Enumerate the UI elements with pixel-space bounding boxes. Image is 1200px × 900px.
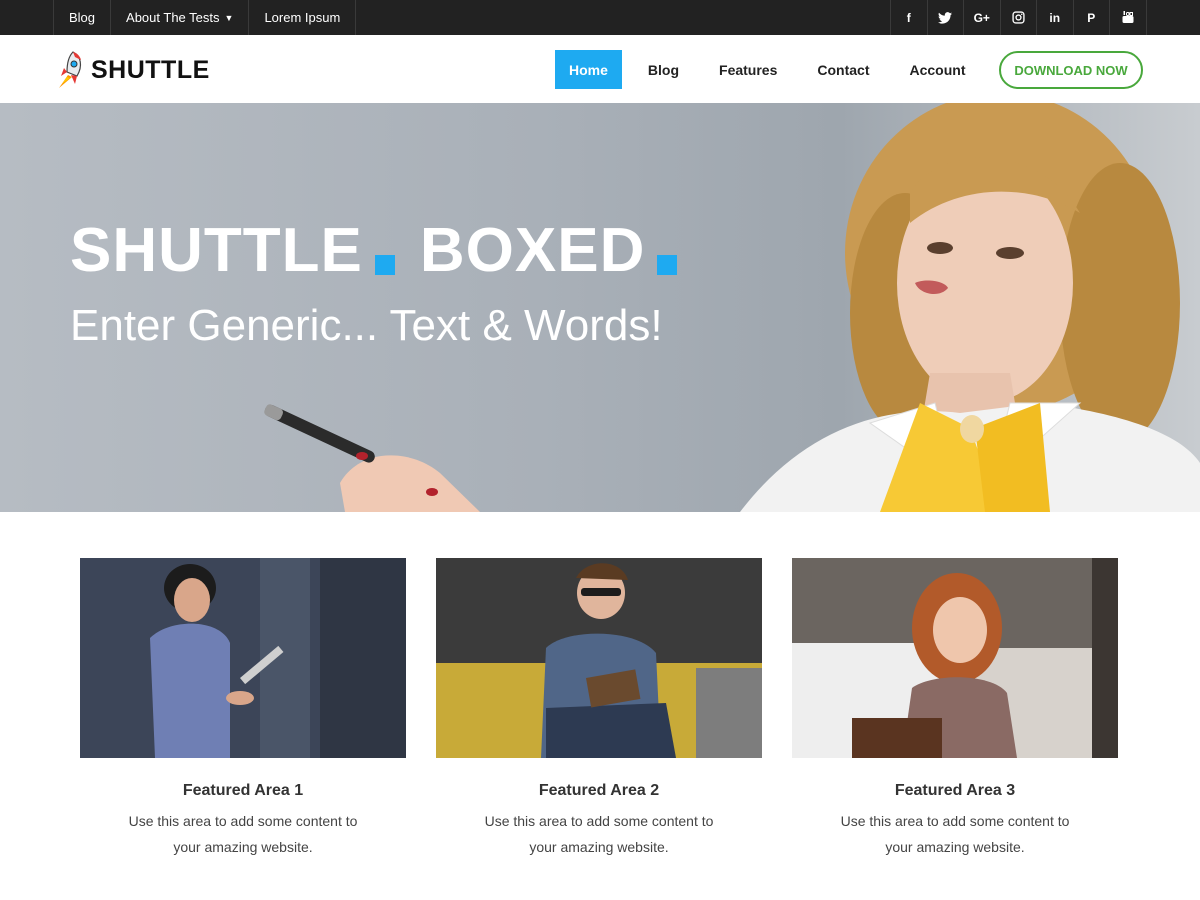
nav-blog[interactable]: Blog	[634, 50, 693, 89]
hero-title-part1: SHUTTLE	[70, 216, 363, 285]
top-nav-label: Lorem Ipsum	[264, 10, 341, 25]
hero-subtitle: Enter Generic... Text & Words!	[70, 301, 663, 350]
featured-area-title: Featured Area 2	[538, 782, 660, 799]
top-nav-about-the-tests[interactable]: About The Tests ▼	[111, 0, 250, 35]
top-nav: Blog About The Tests ▼ Lorem Ipsum	[53, 0, 357, 35]
rocket-icon	[59, 51, 82, 88]
accent-square	[374, 255, 395, 275]
social-links: f G+ in P	[890, 0, 1147, 35]
instagram-icon[interactable]	[1001, 0, 1037, 35]
nav-features[interactable]: Features	[705, 50, 791, 89]
google-plus-icon[interactable]: G+	[964, 0, 1001, 35]
logo-text: SHUTTLE	[91, 55, 210, 84]
hero-title-part2: BOXED	[419, 216, 646, 285]
top-nav-label: About The Tests	[126, 10, 220, 25]
top-bar: Blog About The Tests ▼ Lorem Ipsum f G+ i…	[0, 0, 1200, 35]
download-now-button[interactable]: DOWNLOAD NOW	[999, 51, 1143, 89]
paypal-icon[interactable]: P	[1074, 0, 1110, 35]
featured-area-text: Use this area to add some content to you…	[484, 813, 714, 855]
top-nav-lorem-ipsum[interactable]: Lorem Ipsum	[249, 0, 357, 35]
twitter-icon[interactable]	[928, 0, 964, 35]
featured-area-title: Featured Area 1	[182, 782, 304, 799]
nav-contact[interactable]: Contact	[803, 50, 883, 89]
featured-image-2[interactable]	[436, 558, 762, 758]
linkedin-icon[interactable]: in	[1037, 0, 1074, 35]
hero-title: SHUTTLE BOXED	[70, 215, 702, 286]
chevron-down-icon: ▼	[224, 12, 234, 23]
featured-area-title: Featured Area 3	[894, 782, 1016, 799]
featured-area-text: Use this area to add some content to you…	[128, 813, 358, 855]
hero-banner: SHUTTLE BOXED Enter Generic... Text & Wor…	[0, 103, 1200, 512]
featured-area-2: Featured Area 2 Use this area to add som…	[436, 558, 762, 860]
facebook-icon[interactable]: f	[891, 0, 928, 35]
featured-area-1: Featured Area 1 Use this area to add som…	[80, 558, 406, 860]
featured-image-3[interactable]	[792, 558, 1118, 758]
site-logo[interactable]: SHUTTLE	[53, 48, 210, 92]
top-nav-blog[interactable]: Blog	[54, 0, 112, 35]
featured-area-text: Use this area to add some content to you…	[840, 813, 1070, 855]
featured-image-1[interactable]	[80, 558, 406, 758]
main-nav: Home Blog Features Contact Account	[555, 50, 992, 89]
nav-home[interactable]: Home	[555, 50, 622, 89]
site-header: SHUTTLE Home Blog Features Contact Accou…	[0, 35, 1200, 103]
top-nav-label: Blog	[69, 10, 96, 25]
youtube-icon[interactable]	[1110, 0, 1147, 35]
nav-account[interactable]: Account	[896, 50, 980, 89]
featured-area-3: Featured Area 3 Use this area to add som…	[792, 558, 1118, 860]
accent-square	[657, 255, 678, 275]
featured-areas: Featured Area 1 Use this area to add som…	[80, 558, 1120, 868]
